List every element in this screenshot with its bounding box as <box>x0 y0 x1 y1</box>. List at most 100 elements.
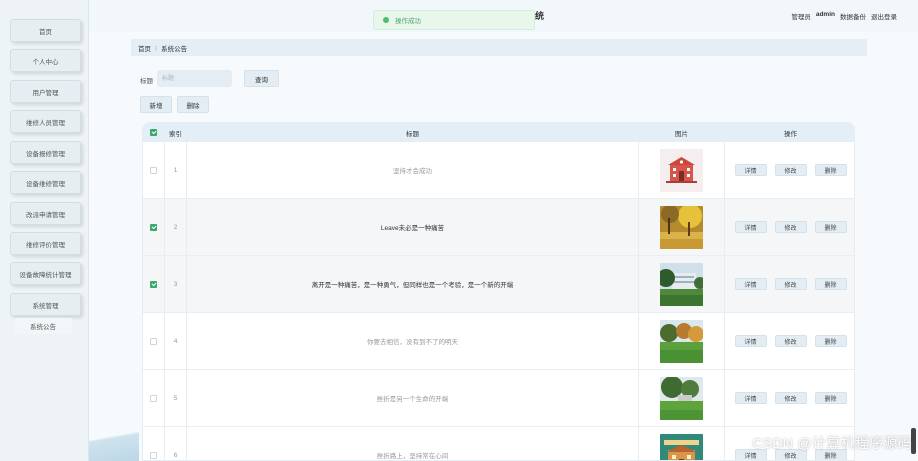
breadcrumb-separator: ⁝ <box>155 44 158 52</box>
sidebar-item-repair-evaluation[interactable]: 维修评价管理 <box>10 232 81 255</box>
add-button[interactable]: 新增 <box>140 96 172 113</box>
detail-button[interactable]: 详情 <box>734 392 767 404</box>
campus-building-photo[interactable] <box>660 262 703 306</box>
row-actions: 详情 修改 删除 <box>725 313 854 369</box>
sidebar-item-user-management[interactable]: 用户管理 <box>10 80 81 103</box>
breadcrumb-current: 系统公告 <box>161 45 188 53</box>
row-index: 5 <box>165 370 187 426</box>
user-area: 管理员 admin 数据备份 退出登录 <box>791 11 897 21</box>
delete-button[interactable]: 删除 <box>814 278 847 290</box>
row-title: 你要去相信，没有到不了的明天 <box>187 313 639 369</box>
detail-button[interactable]: 详情 <box>734 278 767 290</box>
batch-delete-button[interactable]: 删除 <box>177 96 209 113</box>
row-checkbox[interactable] <box>150 223 157 231</box>
sidebar-item-repair-request[interactable]: 设备报修管理 <box>10 141 81 164</box>
edit-button[interactable]: 修改 <box>774 392 807 404</box>
delete-button[interactable]: 删除 <box>814 164 847 176</box>
edit-button[interactable]: 修改 <box>774 278 807 290</box>
toast-text: 操作成功 <box>395 18 421 25</box>
row-index: 2 <box>165 199 187 255</box>
row-select-cell <box>143 256 165 312</box>
detail-button[interactable]: 详情 <box>734 221 767 233</box>
lawn-trees-photo[interactable] <box>660 319 703 363</box>
row-checkbox[interactable] <box>150 337 157 345</box>
sidebar: 首页 个人中心 用户管理 维修人员管理 设备报修管理 设备维修管理 改派申请管理… <box>0 0 89 461</box>
campus-lawn-photo[interactable] <box>660 376 703 420</box>
user-role: 管理员 <box>791 14 811 21</box>
success-icon <box>383 17 389 23</box>
backup-link[interactable]: 数据备份 <box>840 11 866 21</box>
sidebar-item-repair-management[interactable]: 设备维修管理 <box>10 171 81 194</box>
breadcrumb-home[interactable]: 首页 <box>138 43 151 53</box>
sidebar-item-personal-center[interactable]: 个人中心 <box>10 49 81 72</box>
sidebar-item-reassign-request[interactable]: 改派申请管理 <box>10 202 81 225</box>
table-row[interactable]: 1 坚持才会成功 详情 修改 删除 <box>143 142 854 199</box>
school-illustration-photo[interactable] <box>660 433 703 460</box>
sidebar-item-home[interactable]: 首页 <box>10 19 81 42</box>
watermark: CSDN @计算机程序源码 <box>752 435 912 451</box>
table-row[interactable]: 2 Leave未必是一种痛苦 详情 修改 删除 <box>143 199 854 256</box>
edit-button[interactable]: 修改 <box>774 221 807 233</box>
success-toast: 操作成功 <box>373 10 535 30</box>
row-checkbox[interactable] <box>150 394 157 402</box>
row-image-cell <box>639 199 725 255</box>
row-index: 6 <box>165 427 187 460</box>
logout-link[interactable]: 退出登录 <box>871 11 897 21</box>
table-header: 索引 标题 图片 操作 <box>143 123 854 142</box>
row-image-cell <box>639 370 725 426</box>
table-row[interactable]: 6 挫折路上，坚持常在心间 详情 修改 删除 <box>143 427 854 460</box>
edit-button[interactable]: 修改 <box>774 335 807 347</box>
row-checkbox[interactable] <box>150 451 157 459</box>
row-image-cell <box>639 427 725 460</box>
search-button[interactable]: 查询 <box>244 70 279 87</box>
breadcrumb: 首页 ⁝ 系统公告 <box>131 39 867 56</box>
row-index: 1 <box>165 142 187 198</box>
select-all-checkbox[interactable] <box>150 129 157 136</box>
header-image: 图片 <box>639 123 725 142</box>
row-index: 4 <box>165 313 187 369</box>
row-checkbox[interactable] <box>150 166 157 174</box>
row-image-cell <box>639 313 725 369</box>
row-image-cell <box>639 256 725 312</box>
row-actions: 详情 修改 删除 <box>725 199 854 255</box>
row-title: 挫折是另一个生命的开端 <box>187 370 639 426</box>
delete-button[interactable]: 删除 <box>814 221 847 233</box>
announcement-table: 索引 标题 图片 操作 1 坚持才会成功 详情 修改 删除 2 Leave未必是一种痛苦 详情… <box>142 122 855 461</box>
search-input[interactable] <box>157 70 232 87</box>
table-row[interactable]: 3 离开是一种痛苦，是一种勇气，但同样也是一个考验，是一个新的开端 详情 修改 删除 <box>143 256 854 313</box>
sidebar-item-repairer-management[interactable]: 维修人员管理 <box>10 110 81 133</box>
school-building-icon[interactable] <box>660 148 703 192</box>
row-select-cell <box>143 370 165 426</box>
sidebar-item-system-management[interactable]: 系统管理 <box>10 293 81 316</box>
row-title: 挫折路上，坚持常在心间 <box>187 427 639 460</box>
row-title: 离开是一种痛苦，是一种勇气，但同样也是一个考验，是一个新的开端 <box>187 256 639 312</box>
sidebar-subitem-announcements[interactable]: 系统公告 <box>14 318 72 334</box>
row-index: 3 <box>165 256 187 312</box>
search-label: 标题 <box>140 78 153 85</box>
header-actions: 操作 <box>784 130 797 138</box>
row-select-cell <box>143 142 165 198</box>
header-index: 索引 <box>165 123 187 142</box>
row-checkbox[interactable] <box>150 280 157 288</box>
row-actions: 详情 修改 删除 <box>725 142 854 198</box>
row-image-cell <box>639 142 725 198</box>
header-title: 标题 <box>187 123 639 142</box>
delete-button[interactable]: 删除 <box>814 335 847 347</box>
table-row[interactable]: 5 挫折是另一个生命的开端 详情 修改 删除 <box>143 370 854 427</box>
row-title: Leave未必是一种痛苦 <box>187 199 639 255</box>
table-row[interactable]: 4 你要去相信，没有到不了的明天 详情 修改 删除 <box>143 313 854 370</box>
row-select-cell <box>143 427 165 460</box>
sidebar-item-fault-statistics[interactable]: 设备故障统计管理 <box>10 262 81 285</box>
decorative-wave <box>89 420 139 461</box>
delete-button[interactable]: 删除 <box>814 392 847 404</box>
edit-button[interactable]: 修改 <box>774 164 807 176</box>
row-title: 坚持才会成功 <box>187 142 639 198</box>
scrollbar-handle[interactable] <box>911 428 916 454</box>
row-select-cell <box>143 313 165 369</box>
detail-button[interactable]: 详情 <box>734 164 767 176</box>
row-select-cell <box>143 199 165 255</box>
autumn-tree-photo[interactable] <box>660 205 703 249</box>
user-name: admin <box>815 11 835 18</box>
header-select-all-cell <box>143 123 165 142</box>
detail-button[interactable]: 详情 <box>734 335 767 347</box>
